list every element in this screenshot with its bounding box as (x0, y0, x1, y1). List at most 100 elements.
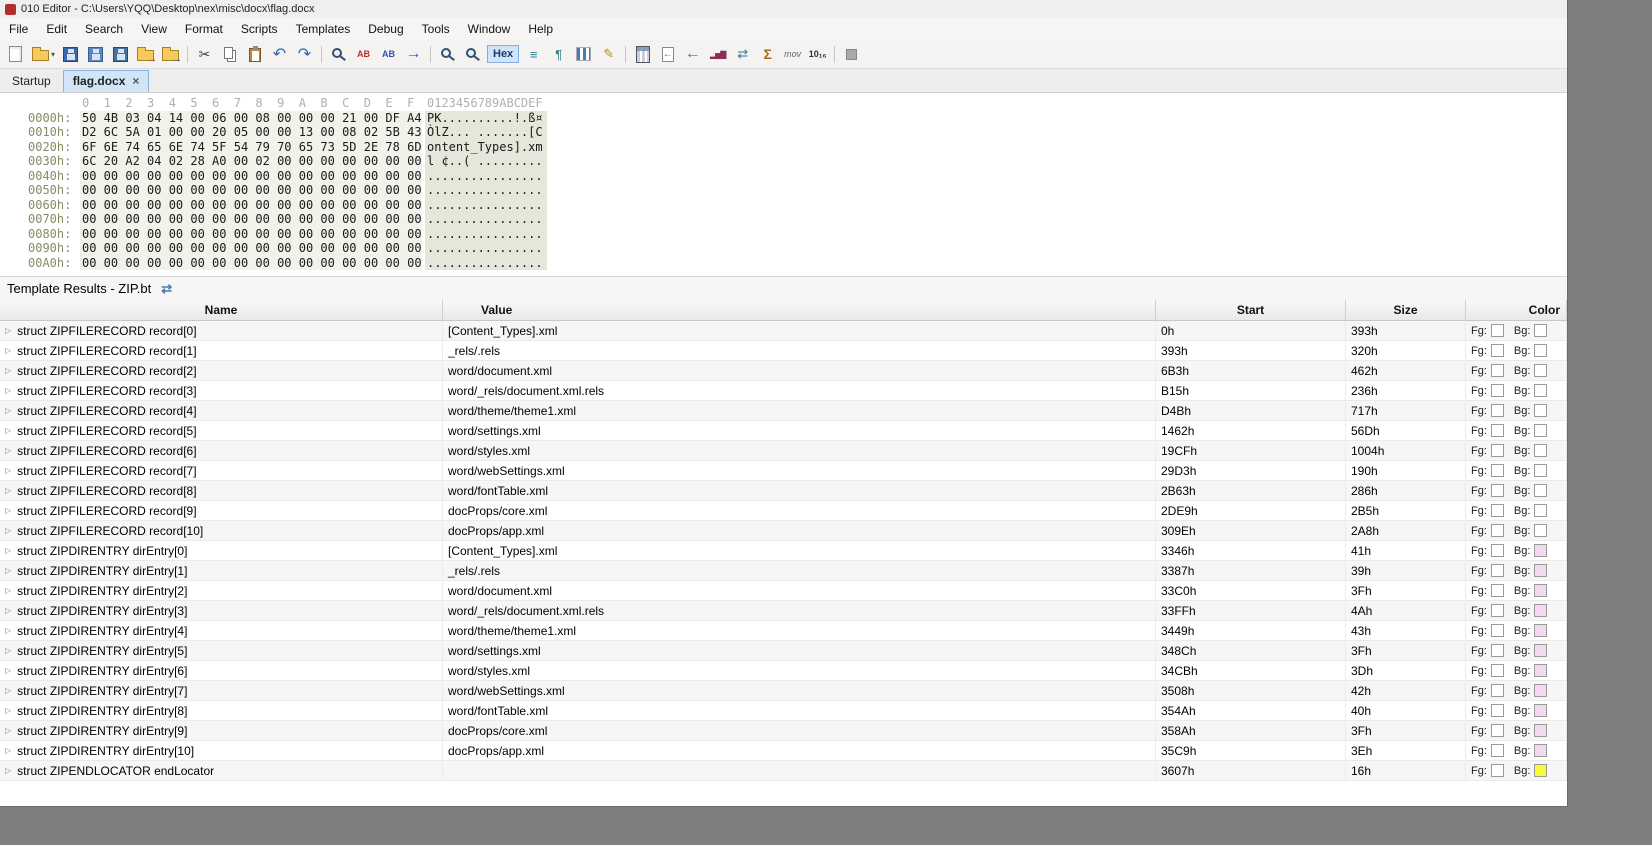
calculator-icon[interactable] (630, 43, 655, 66)
expand-arrow-icon[interactable]: ▷ (5, 766, 11, 775)
bg-color-swatch[interactable] (1534, 684, 1547, 697)
fg-color-swatch[interactable] (1491, 564, 1504, 577)
fg-color-swatch[interactable] (1491, 384, 1504, 397)
fg-color-swatch[interactable] (1491, 524, 1504, 537)
fg-color-swatch[interactable] (1491, 404, 1504, 417)
menu-view[interactable]: View (132, 19, 176, 39)
expand-arrow-icon[interactable]: ▷ (5, 626, 11, 635)
tab-flag-docx[interactable]: flag.docx× (63, 70, 150, 92)
bg-color-swatch[interactable] (1534, 364, 1547, 377)
template-row[interactable]: ▷struct ZIPFILERECORD record[7]word/webS… (0, 461, 1567, 481)
fg-color-swatch[interactable] (1491, 704, 1504, 717)
hex-row[interactable]: 0040h:00 00 00 00 00 00 00 00 00 00 00 0… (28, 169, 1567, 184)
menu-file[interactable]: File (0, 19, 37, 39)
tab-startup[interactable]: Startup (0, 70, 63, 92)
fg-color-swatch[interactable] (1491, 584, 1504, 597)
hex-row[interactable]: 0060h:00 00 00 00 00 00 00 00 00 00 00 0… (28, 198, 1567, 213)
hex-row[interactable]: 0020h:6F 6E 74 65 6E 74 5F 54 79 70 65 7… (28, 140, 1567, 155)
menu-scripts[interactable]: Scripts (232, 19, 287, 39)
template-row[interactable]: ▷struct ZIPDIRENTRY dirEntry[1]_rels/.re… (0, 561, 1567, 581)
bg-color-swatch[interactable] (1534, 544, 1547, 557)
fg-color-swatch[interactable] (1491, 364, 1504, 377)
template-row[interactable]: ▷struct ZIPFILERECORD record[1]_rels/.re… (0, 341, 1567, 361)
undo-icon[interactable]: ↶ (267, 43, 292, 66)
text-mode-icon[interactable]: ≡ (521, 43, 546, 66)
fg-color-swatch[interactable] (1491, 624, 1504, 637)
bg-color-swatch[interactable] (1534, 464, 1547, 477)
column-header-size[interactable]: Size (1346, 300, 1466, 320)
template-row[interactable]: ▷struct ZIPDIRENTRY dirEntry[0][Content_… (0, 541, 1567, 561)
replace-in-files-icon[interactable] (460, 43, 485, 66)
show-whitespace-icon[interactable]: ¶ (546, 43, 571, 66)
hex-bytes[interactable]: 6C 20 A2 04 02 28 A0 00 02 00 00 00 00 0… (80, 154, 422, 169)
bg-color-swatch[interactable] (1534, 584, 1547, 597)
expand-arrow-icon[interactable]: ▷ (5, 446, 11, 455)
hex-bytes[interactable]: 50 4B 03 04 14 00 06 00 08 00 00 00 21 0… (80, 111, 422, 126)
expand-arrow-icon[interactable]: ▷ (5, 686, 11, 695)
fg-color-swatch[interactable] (1491, 764, 1504, 777)
hex-row[interactable]: 0080h:00 00 00 00 00 00 00 00 00 00 00 0… (28, 227, 1567, 242)
bg-color-swatch[interactable] (1534, 724, 1547, 737)
expand-arrow-icon[interactable]: ▷ (5, 326, 11, 335)
fg-color-swatch[interactable] (1491, 444, 1504, 457)
expand-arrow-icon[interactable]: ▷ (5, 706, 11, 715)
hex-bytes[interactable]: 00 00 00 00 00 00 00 00 00 00 00 00 00 0… (80, 198, 422, 213)
goto-icon[interactable]: → (401, 43, 426, 66)
template-row[interactable]: ▷struct ZIPDIRENTRY dirEntry[8]word/font… (0, 701, 1567, 721)
hex-bytes[interactable]: 00 00 00 00 00 00 00 00 00 00 00 00 00 0… (80, 183, 422, 198)
histogram-icon[interactable]: ▂▅▇ (705, 43, 730, 66)
template-row[interactable]: ▷struct ZIPFILERECORD record[0][Content_… (0, 321, 1567, 341)
expand-arrow-icon[interactable]: ▷ (5, 606, 11, 615)
template-row[interactable]: ▷struct ZIPDIRENTRY dirEntry[7]word/webS… (0, 681, 1567, 701)
bg-color-swatch[interactable] (1534, 324, 1547, 337)
fg-color-swatch[interactable] (1491, 604, 1504, 617)
fg-color-swatch[interactable] (1491, 744, 1504, 757)
hex-row[interactable]: 0030h:6C 20 A2 04 02 28 A0 00 02 00 00 0… (28, 154, 1567, 169)
find-strings-icon[interactable]: AB (351, 43, 376, 66)
bg-color-swatch[interactable] (1534, 424, 1547, 437)
new-file-icon[interactable] (3, 43, 28, 66)
hex-mode-toggle[interactable]: Hex (487, 45, 519, 63)
template-row[interactable]: ▷struct ZIPENDLOCATOR endLocator3607h16h… (0, 761, 1567, 781)
menu-window[interactable]: Window (459, 19, 520, 39)
refresh-template-icon[interactable]: ⇄ (161, 281, 172, 297)
bg-color-swatch[interactable] (1534, 604, 1547, 617)
hex-editor-panel[interactable]: 0 1 2 3 4 5 6 7 8 9 A B C D E F 01234567… (0, 93, 1567, 276)
expand-arrow-icon[interactable]: ▷ (5, 726, 11, 735)
highlight-icon[interactable]: ✎ (596, 43, 621, 66)
fg-color-swatch[interactable] (1491, 684, 1504, 697)
bg-color-swatch[interactable] (1534, 384, 1547, 397)
paste-icon[interactable] (242, 43, 267, 66)
hex-ascii[interactable]: ................ (425, 227, 547, 242)
goto-address-icon[interactable] (655, 43, 680, 66)
hex-bytes[interactable]: 00 00 00 00 00 00 00 00 00 00 00 00 00 0… (80, 212, 422, 227)
fg-color-swatch[interactable] (1491, 544, 1504, 557)
fg-color-swatch[interactable] (1491, 504, 1504, 517)
expand-arrow-icon[interactable]: ▷ (5, 746, 11, 755)
template-row[interactable]: ▷struct ZIPDIRENTRY dirEntry[3]word/_rel… (0, 601, 1567, 621)
template-row[interactable]: ▷struct ZIPDIRENTRY dirEntry[2]word/docu… (0, 581, 1567, 601)
template-row[interactable]: ▷struct ZIPDIRENTRY dirEntry[10]docProps… (0, 741, 1567, 761)
hex-ascii[interactable]: ................ (425, 212, 547, 227)
column-mode-icon[interactable] (571, 43, 596, 66)
menu-debug[interactable]: Debug (359, 19, 412, 39)
template-row[interactable]: ▷struct ZIPDIRENTRY dirEntry[4]word/them… (0, 621, 1567, 641)
fg-color-swatch[interactable] (1491, 724, 1504, 737)
fg-color-swatch[interactable] (1491, 644, 1504, 657)
hex-ascii[interactable]: ................ (425, 169, 547, 184)
find-icon[interactable] (326, 43, 351, 66)
template-row[interactable]: ▷struct ZIPFILERECORD record[2]word/docu… (0, 361, 1567, 381)
hex-ascii[interactable]: ................ (425, 183, 547, 198)
column-header-start[interactable]: Start (1156, 300, 1346, 320)
expand-arrow-icon[interactable]: ▷ (5, 386, 11, 395)
hex-ascii[interactable]: ontent_Types].xm (425, 140, 547, 155)
save-all-icon[interactable] (83, 43, 108, 66)
bg-color-swatch[interactable] (1534, 344, 1547, 357)
checksum-icon[interactable]: Σ (755, 43, 780, 66)
template-row[interactable]: ▷struct ZIPFILERECORD record[3]word/_rel… (0, 381, 1567, 401)
hex-ascii[interactable]: ÒlZ... .......[C (425, 125, 547, 140)
tab-close-icon[interactable]: × (132, 74, 139, 88)
bg-color-swatch[interactable] (1534, 484, 1547, 497)
bg-color-swatch[interactable] (1534, 404, 1547, 417)
copy-icon[interactable] (217, 43, 242, 66)
